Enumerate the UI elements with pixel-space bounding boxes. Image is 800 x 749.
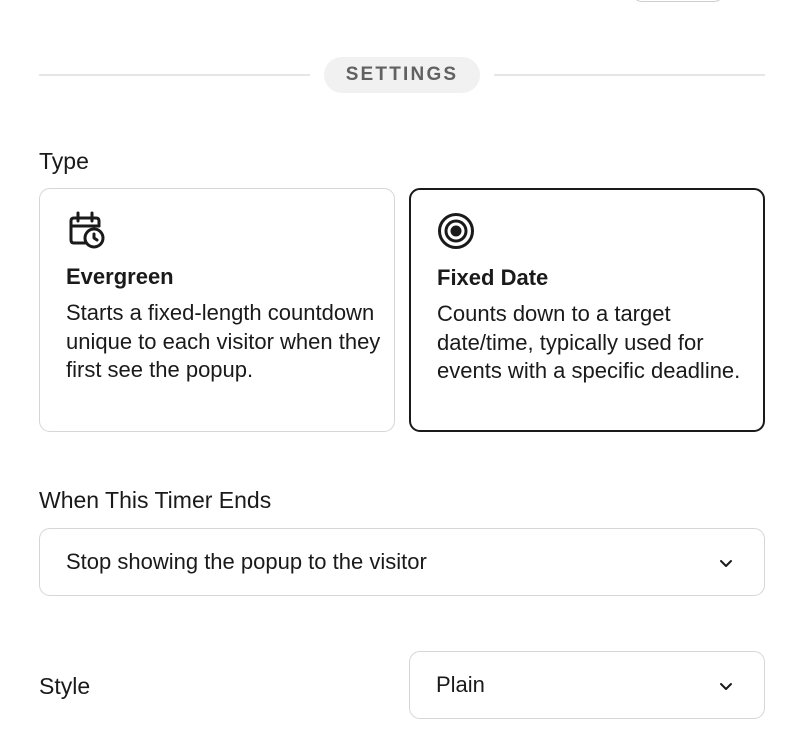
type-option-fixed-date[interactable]: Fixed Date Counts down to a target date/… xyxy=(409,188,765,432)
evergreen-description: Starts a fixed-length countdown unique t… xyxy=(66,300,381,382)
settings-divider: SETTINGS xyxy=(39,57,765,93)
fixed-date-description: Counts down to a target date/time, typic… xyxy=(437,301,741,383)
settings-section-title: SETTINGS xyxy=(324,57,480,93)
type-option-evergreen[interactable]: Evergreen Starts a fixed-length countdow… xyxy=(39,188,395,432)
style-value: Plain xyxy=(436,672,485,697)
style-label: Style xyxy=(39,673,91,699)
timer-end-value: Stop showing the popup to the visitor xyxy=(66,549,427,574)
target-icon xyxy=(437,210,479,252)
divider-line-right xyxy=(494,74,765,76)
style-select[interactable]: Plain xyxy=(409,651,765,719)
previous-control-edge[interactable] xyxy=(632,0,724,2)
chevron-down-icon xyxy=(718,555,734,571)
timer-settings-panel: SETTINGS Type Evergreen Starts a fixed-l… xyxy=(0,0,800,749)
fixed-date-title: Fixed Date xyxy=(437,265,549,290)
type-label: Type xyxy=(39,148,89,174)
evergreen-title: Evergreen xyxy=(66,264,174,289)
divider-line-left xyxy=(39,74,310,76)
timer-end-select[interactable]: Stop showing the popup to the visitor xyxy=(39,528,765,596)
calendar-clock-icon xyxy=(66,209,108,251)
chevron-down-icon xyxy=(718,678,734,694)
timer-end-label: When This Timer Ends xyxy=(39,487,272,513)
